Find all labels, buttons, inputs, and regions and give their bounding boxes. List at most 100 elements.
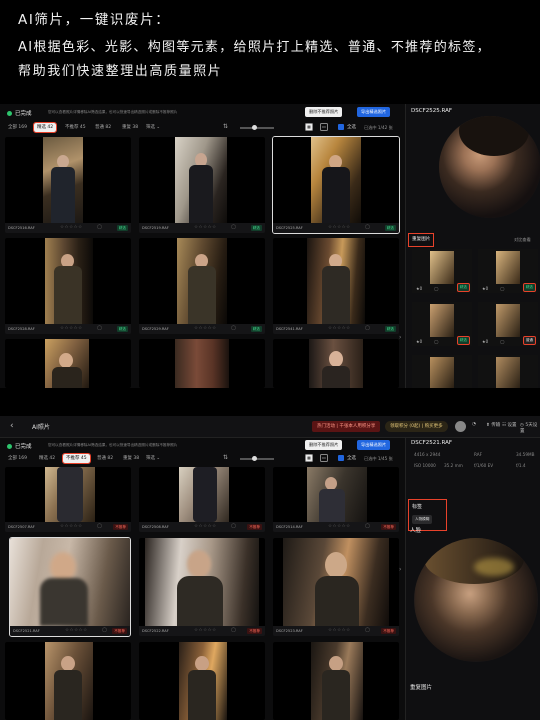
tab-all[interactable]: 全部 169: [5, 123, 30, 132]
flag-icon[interactable]: ◯: [365, 326, 370, 331]
zoom-slider-knob[interactable]: [252, 125, 257, 130]
flag-icon[interactable]: ◯: [231, 326, 236, 331]
photo-image: [45, 467, 95, 522]
zoom-slider[interactable]: [240, 125, 274, 130]
tag-chip-blurry[interactable]: 人物模糊: [412, 515, 433, 524]
tab-all[interactable]: 全部 169: [5, 454, 30, 463]
grid-view-icon[interactable]: ▦: [305, 454, 313, 462]
photo-card[interactable]: DSCF2541.RAF ☆☆☆☆☆ ◯ 精选: [273, 238, 399, 334]
face-shape: [61, 656, 75, 671]
select-all-label[interactable]: 全选: [347, 123, 356, 132]
delete-not-recommended-button[interactable]: 删除不推荐照片: [305, 107, 343, 117]
caption-header: AI筛片，一键识废片： AI根据色彩、光影、构图等元素，给照片打上精选、普通、不…: [0, 0, 540, 100]
select-all-checkbox[interactable]: [338, 455, 344, 461]
tab-duplicate[interactable]: 重复 38: [120, 454, 142, 463]
points-button[interactable]: 领取积分 (0起) | 购买更多: [385, 421, 448, 432]
promo-banner[interactable]: 热门活动 | 千张本人用积分享: [312, 421, 381, 432]
timer-button[interactable]: ◷ 5天设置: [520, 422, 540, 434]
photo-card[interactable]: [5, 642, 131, 720]
flag-icon[interactable]: ◯: [365, 628, 370, 633]
sort-icon[interactable]: ⇅: [223, 454, 228, 461]
duplicate-card[interactable]: [478, 355, 538, 388]
flag-icon[interactable]: ◯: [231, 225, 236, 230]
chevron-right-icon[interactable]: ›: [399, 566, 401, 573]
photo-card[interactable]: DSCF2528.RAF ☆☆☆☆☆ ◯ 精选: [5, 238, 131, 334]
photo-card[interactable]: [139, 339, 265, 388]
compare-view-link[interactable]: 对比查看: [514, 237, 531, 243]
flag-icon[interactable]: ◯: [365, 524, 370, 529]
photo-card[interactable]: DSCF2516.RAF ☆☆☆☆☆ ◯ 精选: [5, 137, 131, 233]
photo-card[interactable]: [139, 642, 265, 720]
tab-picked[interactable]: 精选 42: [32, 122, 58, 133]
tab-picked[interactable]: 精选 42: [36, 454, 58, 463]
duplicate-card[interactable]: ★0 ◯ 精选: [412, 249, 472, 293]
chevron-right-icon[interactable]: ›: [399, 334, 401, 341]
status-indicator: 已完成: [7, 109, 32, 117]
duplicate-card[interactable]: ★0 ◯ 精选: [412, 302, 472, 346]
star-rating[interactable]: ☆☆☆☆☆: [194, 326, 217, 331]
flag-icon[interactable]: ◯: [97, 524, 102, 529]
help-icon[interactable]: ◔: [472, 422, 476, 427]
single-view-icon[interactable]: ▭: [320, 454, 328, 462]
select-all-checkbox[interactable]: [338, 124, 344, 130]
star-rating[interactable]: ☆☆☆☆☆: [60, 326, 83, 331]
photo-card-selected[interactable]: DSCF2521.RAF ☆☆☆☆☆ ◯ 不推荐: [9, 537, 131, 637]
flag-icon[interactable]: ◯: [231, 524, 236, 529]
flag-icon[interactable]: ◯: [365, 225, 370, 230]
transfer-button[interactable]: ⬆ 传输: [486, 422, 500, 428]
export-picked-button[interactable]: 导出精选照片: [357, 440, 391, 450]
photo-card-selected[interactable]: DSCF2525.RAF ☆☆☆☆☆ ◯ 精选: [272, 136, 400, 234]
flag-icon[interactable]: ◯: [231, 628, 236, 633]
flag-icon[interactable]: ◯: [102, 628, 107, 633]
photo-card[interactable]: DSCF2507.RAF ☆☆☆☆☆ ◯ 不推荐: [5, 467, 131, 532]
star-rating[interactable]: ☆☆☆☆☆: [328, 225, 351, 230]
star-rating[interactable]: ☆☆☆☆☆: [328, 524, 351, 529]
photo-card[interactable]: [5, 339, 131, 388]
photo-card[interactable]: DSCF2529.RAF ☆☆☆☆☆ ◯ 精选: [139, 238, 265, 334]
back-icon[interactable]: ‹: [10, 421, 14, 431]
star-rating[interactable]: ☆☆☆☆☆: [65, 628, 88, 633]
duplicate-card[interactable]: [412, 355, 472, 388]
star-rating[interactable]: ☆☆☆☆☆: [60, 225, 83, 230]
tab-not-recommended[interactable]: 不推荐 45: [62, 123, 89, 132]
duplicate-card[interactable]: ★0 ◯ 精选: [478, 249, 538, 293]
tab-not-recommended[interactable]: 不推荐 45: [62, 453, 91, 464]
star-rating[interactable]: ☆☆☆☆☆: [194, 225, 217, 230]
settings-button[interactable]: ☷ 设置: [502, 422, 516, 428]
zoom-slider-knob[interactable]: [252, 456, 257, 461]
tab-normal[interactable]: 普通 82: [94, 454, 116, 463]
filter-dropdown[interactable]: 筛选 ⌄: [146, 454, 160, 463]
photo-card[interactable]: [273, 339, 399, 388]
select-all-label[interactable]: 全选: [347, 454, 356, 463]
photo-card[interactable]: DSCF2514.RAF ☆☆☆☆☆ ◯ 不推荐: [273, 467, 399, 532]
photo-card[interactable]: DSCF2522.RAF ☆☆☆☆☆ ◯ 不推荐: [139, 538, 265, 636]
flag-icon[interactable]: ◯: [434, 339, 438, 344]
flag-icon[interactable]: ◯: [434, 286, 438, 291]
photo-thumb: [139, 642, 265, 720]
star-rating[interactable]: ☆☆☆☆☆: [60, 524, 83, 529]
flag-icon[interactable]: ◯: [97, 225, 102, 230]
photo-image: [10, 538, 130, 626]
tab-normal[interactable]: 普通 82: [92, 123, 114, 132]
avatar[interactable]: [455, 421, 466, 432]
star-rating[interactable]: ☆☆☆☆☆: [328, 326, 351, 331]
photo-card[interactable]: DSCF2519.RAF ☆☆☆☆☆ ◯ 精选: [139, 137, 265, 233]
filter-dropdown[interactable]: 筛选 ⌄: [146, 123, 160, 132]
flag-icon[interactable]: ◯: [500, 286, 504, 291]
star-rating[interactable]: ☆☆☆☆☆: [194, 628, 217, 633]
flag-icon[interactable]: ◯: [97, 326, 102, 331]
star-rating[interactable]: ☆☆☆☆☆: [194, 524, 217, 529]
duplicate-card[interactable]: ★0 ◯ 普通: [478, 302, 538, 346]
flag-icon[interactable]: ◯: [500, 339, 504, 344]
delete-not-recommended-button[interactable]: 删除不推荐照片: [305, 440, 343, 450]
sort-icon[interactable]: ⇅: [223, 123, 228, 130]
photo-card[interactable]: DSCF2508.RAF ☆☆☆☆☆ ◯ 不推荐: [139, 467, 265, 532]
photo-card[interactable]: [273, 642, 399, 720]
export-picked-button[interactable]: 导出精选照片: [357, 107, 391, 117]
single-view-icon[interactable]: ▭: [320, 123, 328, 131]
photo-card[interactable]: DSCF2523.RAF ☆☆☆☆☆ ◯ 不推荐: [273, 538, 399, 636]
grid-view-icon[interactable]: ▦: [305, 123, 313, 131]
zoom-slider[interactable]: [240, 456, 274, 461]
star-rating[interactable]: ☆☆☆☆☆: [328, 628, 351, 633]
tab-duplicate[interactable]: 重复 38: [119, 123, 141, 132]
